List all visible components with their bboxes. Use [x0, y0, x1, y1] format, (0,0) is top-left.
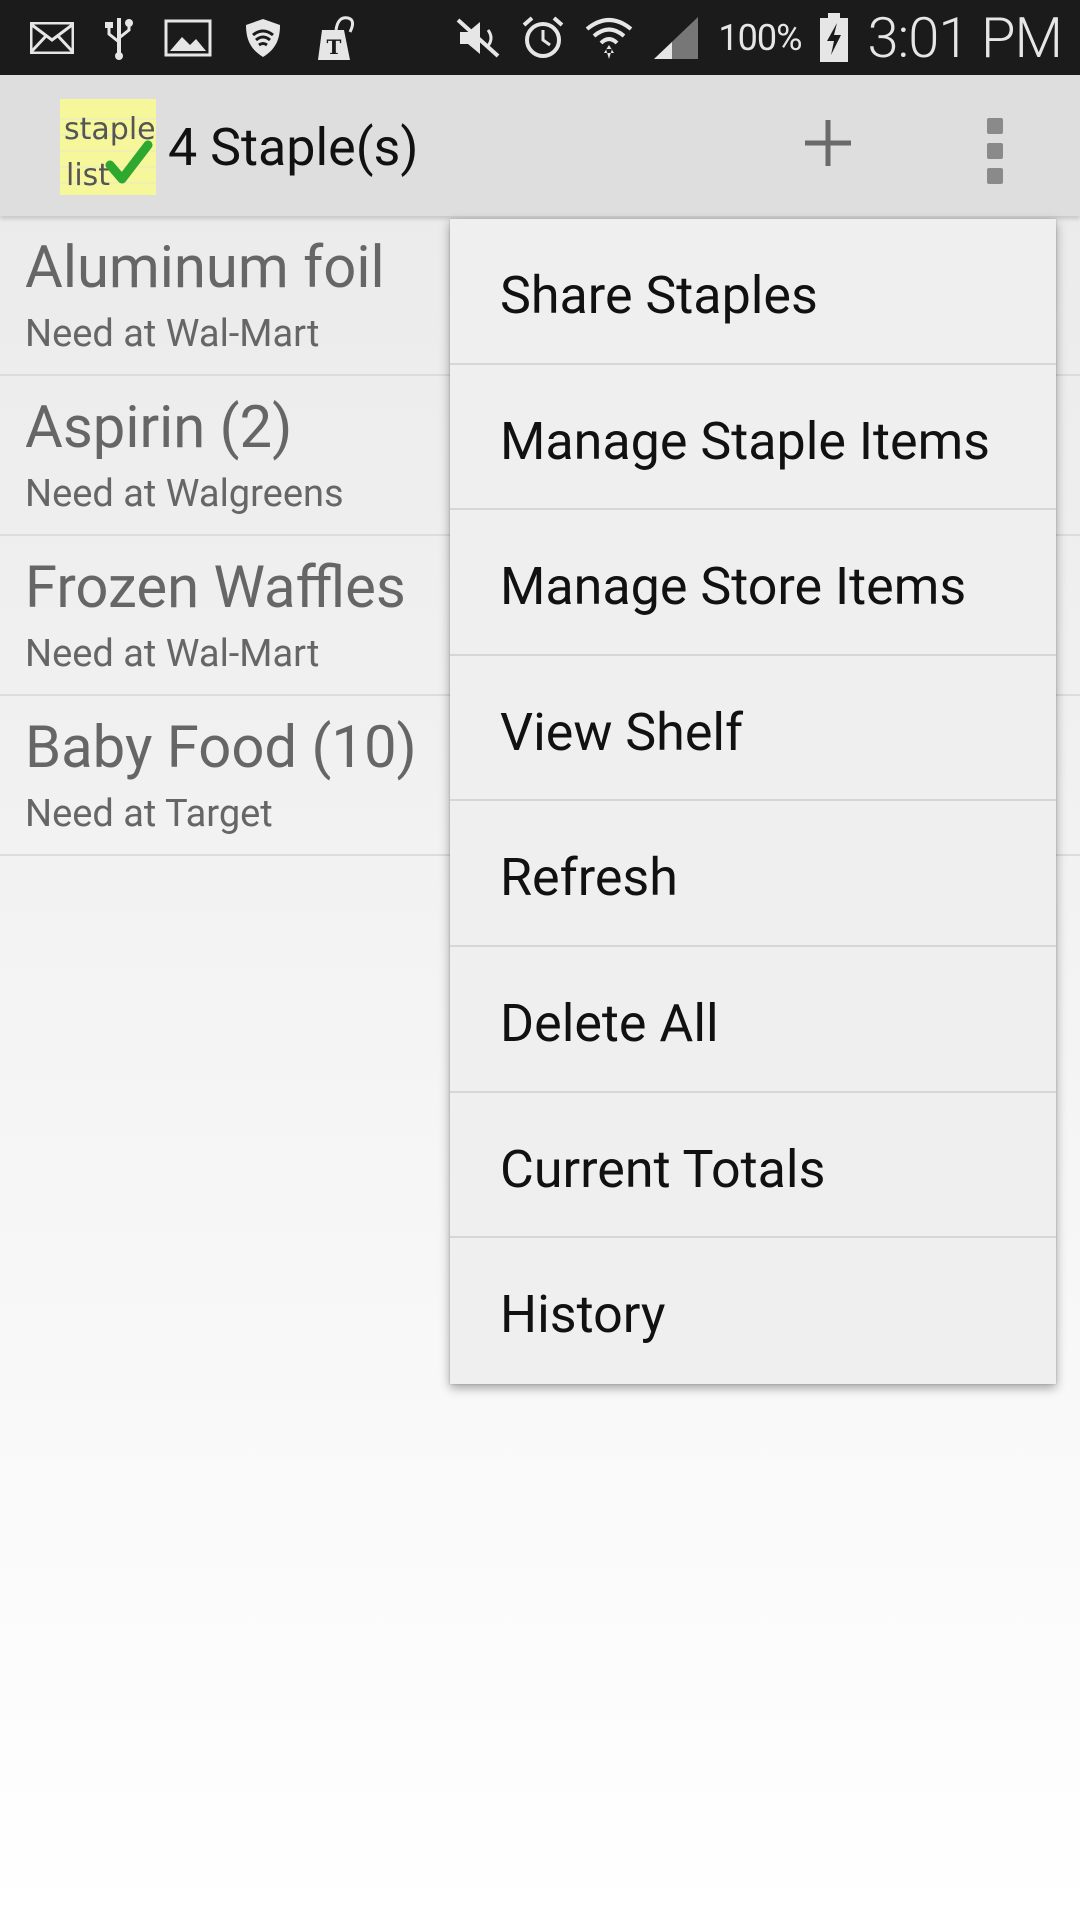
action-bar: staple list 4 Staple(s): [0, 75, 1080, 216]
page-title: 4 Staple(s): [168, 117, 419, 178]
tmobile-app-icon: T: [314, 14, 358, 62]
wifi-shield-icon: [242, 17, 284, 59]
item-store: Need at Wal-Mart: [25, 312, 320, 356]
status-time: 3:01 PM: [867, 4, 1063, 71]
svg-text:list: list: [66, 158, 110, 193]
signal-icon: [652, 15, 700, 61]
item-store: Need at Wal-Mart: [25, 632, 320, 676]
item-name: Aspirin (2): [25, 394, 293, 462]
menu-item-label: Share Staples: [500, 265, 818, 326]
overflow-menu-button[interactable]: [980, 108, 1010, 188]
menu-item-current-totals[interactable]: Current Totals: [450, 1093, 1056, 1239]
overflow-menu: Share Staples Manage Staple Items Manage…: [450, 219, 1056, 1384]
mute-icon: [454, 16, 502, 60]
item-store: Need at Walgreens: [25, 472, 344, 516]
item-name: Baby Food (10): [25, 714, 417, 782]
battery-percent: 100%: [718, 16, 802, 59]
menu-item-view-shelf[interactable]: View Shelf: [450, 656, 1056, 802]
menu-item-label: Delete All: [500, 992, 719, 1054]
menu-item-share-staples[interactable]: Share Staples: [450, 219, 1056, 365]
svg-text:T: T: [327, 35, 342, 59]
wifi-icon: [584, 15, 634, 61]
alarm-icon: [520, 15, 566, 61]
app-logo: staple list: [60, 99, 156, 195]
menu-item-label: Manage Store Items: [500, 556, 967, 618]
menu-item-refresh[interactable]: Refresh: [450, 801, 1056, 947]
menu-item-label: View Shelf: [500, 701, 744, 763]
mail-icon: [30, 21, 74, 54]
plus-icon: [805, 120, 851, 166]
menu-item-delete-all[interactable]: Delete All: [450, 947, 1056, 1093]
menu-item-history[interactable]: History: [450, 1238, 1056, 1384]
menu-item-label: Refresh: [500, 847, 678, 909]
item-name: Frozen Waffles: [25, 554, 406, 622]
image-icon: [164, 19, 212, 57]
menu-item-manage-store-items[interactable]: Manage Store Items: [450, 510, 1056, 656]
menu-item-label: History: [500, 1284, 666, 1346]
battery-charging-icon: [819, 12, 849, 63]
usb-icon: [104, 16, 134, 60]
item-name: Aluminum foil: [25, 234, 385, 302]
menu-item-label: Current Totals: [500, 1138, 826, 1200]
overflow-menu-icon: [980, 108, 1010, 184]
svg-text:staple: staple: [64, 112, 156, 147]
menu-item-label: Manage Staple Items: [500, 410, 991, 472]
item-store: Need at Target: [25, 792, 273, 836]
menu-item-manage-staple-items[interactable]: Manage Staple Items: [450, 365, 1056, 511]
status-bar: T 100% 3:01 PM: [0, 0, 1080, 75]
add-staple-button[interactable]: [798, 108, 858, 178]
